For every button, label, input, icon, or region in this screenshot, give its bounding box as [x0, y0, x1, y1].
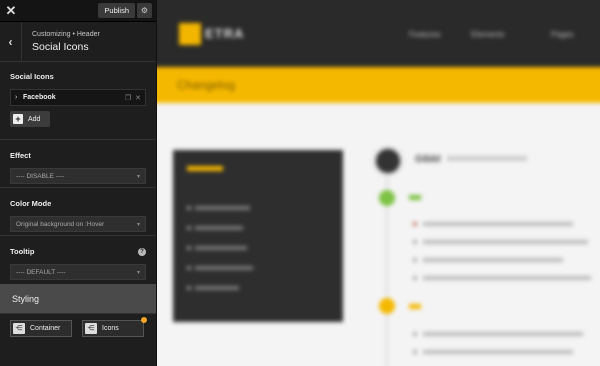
- styling-buttons: ⋲ Container ⋲ Icons: [0, 314, 156, 343]
- add-social-button[interactable]: + Add: [10, 111, 50, 127]
- container-label: Container: [30, 325, 61, 332]
- icons-button[interactable]: ⋲ Icons: [82, 317, 147, 337]
- social-item-label: Facebook: [23, 94, 56, 101]
- nav-item: Pages: [551, 30, 574, 39]
- color-mode-value: Original background on :Hover: [16, 220, 105, 228]
- icons-label: Icons: [102, 325, 119, 332]
- effect-value: ---- DISABLE ----: [16, 172, 65, 180]
- effect-select[interactable]: ---- DISABLE ---- ▾: [10, 168, 146, 184]
- breadcrumb: Customizing • Header: [32, 30, 100, 38]
- tooltip-select[interactable]: ---- DEFAULT ---- ▾: [10, 264, 146, 280]
- modified-indicator: [141, 317, 147, 323]
- tooltip-value: ---- DEFAULT ----: [16, 268, 66, 276]
- color-mode-section: Color Mode Original background on :Hover…: [0, 188, 156, 236]
- close-icon[interactable]: ✕: [0, 0, 22, 22]
- help-icon[interactable]: ?: [138, 247, 146, 256]
- customizer-topbar: ✕ Publish ⚙: [0, 0, 156, 22]
- social-icons-section: Social Icons › Facebook ❐ ✕ + Add: [0, 62, 156, 140]
- tooltip-label: Tooltip: [10, 247, 35, 256]
- effect-label: Effect: [10, 151, 31, 160]
- page-title: Changelog: [177, 78, 236, 92]
- add-label: Add: [28, 115, 41, 123]
- site-logo-text: ETRA: [205, 26, 245, 41]
- color-mode-select[interactable]: Original background on :Hover ▾: [10, 216, 146, 232]
- container-icon: ⋲: [13, 323, 25, 334]
- chevron-down-icon: ▾: [136, 269, 140, 276]
- remove-icon[interactable]: ✕: [135, 94, 141, 102]
- site-preview: ETRA Features Elements Pages Changelog G…: [157, 0, 600, 366]
- color-mode-label: Color Mode: [10, 199, 52, 208]
- chevron-down-icon: ▾: [136, 221, 140, 228]
- chevron-right-icon[interactable]: ›: [15, 94, 23, 101]
- panel-title: Social Icons: [32, 40, 89, 53]
- social-item-facebook[interactable]: › Facebook ❐ ✕: [10, 89, 146, 106]
- site-logo-icon: [179, 23, 201, 45]
- container-button[interactable]: ⋲ Container: [10, 320, 72, 337]
- gear-icon[interactable]: ⚙: [137, 3, 152, 18]
- customizer-panel: ✕ Publish ⚙ ‹ Customizing • Header Socia…: [0, 0, 157, 366]
- publish-button[interactable]: Publish: [98, 3, 135, 18]
- post-title: Gibbl: [415, 154, 441, 165]
- duplicate-icon[interactable]: ❐: [125, 94, 131, 102]
- styling-header[interactable]: Styling: [0, 284, 156, 314]
- avatar: [373, 146, 403, 176]
- social-icons-label: Social Icons: [10, 72, 54, 81]
- nav-item: Features: [409, 30, 441, 39]
- effect-section: Effect ---- DISABLE ---- ▾: [0, 140, 156, 188]
- sidebar-menu: [173, 150, 343, 322]
- icons-icon: ⋲: [85, 323, 97, 334]
- plus-icon: +: [13, 114, 23, 124]
- nav-item: Elements: [471, 30, 505, 39]
- chevron-down-icon: ▾: [136, 173, 140, 180]
- tooltip-section: Tooltip ? ---- DEFAULT ---- ▾: [0, 236, 156, 284]
- panel-header: ‹ Customizing • Header Social Icons: [0, 21, 156, 62]
- back-icon[interactable]: ‹: [0, 21, 22, 62]
